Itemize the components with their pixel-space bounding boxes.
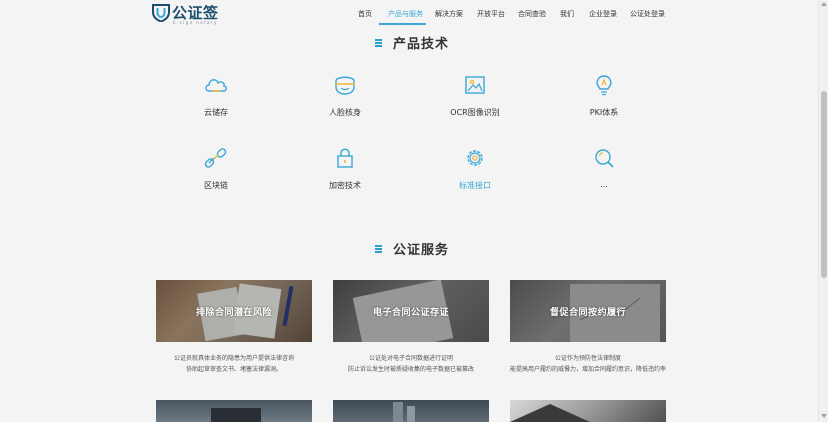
service-section-title: 公证服务 [375,239,449,258]
tech-item-encryption[interactable]: 加密技术 [285,146,405,206]
nav-notary-login[interactable]: 公证处登录 [630,9,665,19]
cloud-icon [205,79,227,92]
tech-item-ocr[interactable]: OCR图像识别 [415,73,535,133]
shield-logo-icon [152,4,170,22]
site-logo[interactable]: 公证签 E-sign notary [151,2,218,25]
laptop-image [211,408,261,422]
tech-item-pki[interactable]: PKI体系 [544,73,664,133]
nav-open-platform[interactable]: 开放平台 [477,9,505,19]
vertical-scrollbar[interactable] [818,0,828,422]
chain-link-icon [204,148,227,168]
section-bars-icon [375,38,382,47]
bulb-icon [596,75,612,96]
tech-item-standard-api[interactable]: 标准接口 [415,146,535,206]
scroll-down-arrow-icon[interactable] [821,414,827,418]
tech-item-more[interactable]: ... [544,146,664,206]
nav-enterprise-login[interactable]: 企业登录 [589,9,617,19]
image-icon [465,76,485,94]
service-card-partial[interactable] [156,400,312,422]
scroll-up-arrow-icon[interactable] [821,2,827,6]
nav-solutions[interactable]: 解决方案 [435,9,463,19]
service-desc-risk: 公证员就具体业务的隐患为用户提供法律咨询 协助起草审查文书、堵塞法律漏洞。 [173,355,294,373]
service-card-partial[interactable] [333,400,489,422]
building-image [393,402,415,422]
nav-contract-check[interactable]: 合同查验 [518,9,546,19]
service-card-performance[interactable]: 督促合同按约履行 [510,280,666,342]
service-desc-performance: 公证作为预防性法律制度 能提高用户履约的威慑力，增加合同履约意识，降低违约率 [509,355,666,373]
tech-item-blockchain[interactable]: 区块链 [156,146,276,206]
nav-about[interactable]: 我们 [560,9,574,19]
service-card-partial[interactable] [510,400,666,422]
lock-icon [337,148,353,168]
service-card-evidence[interactable]: 电子合同公证存证 [333,280,489,342]
nav-active-indicator [379,23,426,25]
service-desc-evidence: 公证处对电子合同数据进行证明 防止诉讼发生时被质疑收集的电子数据已被篡改 [347,355,474,373]
tech-item-face-verification[interactable]: 人脸核身 [285,73,405,133]
nav-home[interactable]: 首页 [358,9,372,19]
gear-icon [467,150,483,166]
nav-products[interactable]: 产品与服务 [388,9,423,19]
scrollbar-thumb[interactable] [821,91,827,278]
service-card-risk[interactable]: 排除合同潜在风险 [156,280,312,342]
logo-subtitle: E-sign notary [173,20,218,25]
face-scan-icon [335,76,355,95]
search-icon [595,149,614,168]
section-bars-icon [375,244,382,253]
tech-section-title: 产品技术 [375,33,449,52]
tech-item-cloud-storage[interactable]: 云储存 [156,73,276,133]
handshake-image [510,404,590,422]
top-header: 公证签 E-sign notary 首页 产品与服务 解决方案 开放平台 合同查… [0,0,818,26]
